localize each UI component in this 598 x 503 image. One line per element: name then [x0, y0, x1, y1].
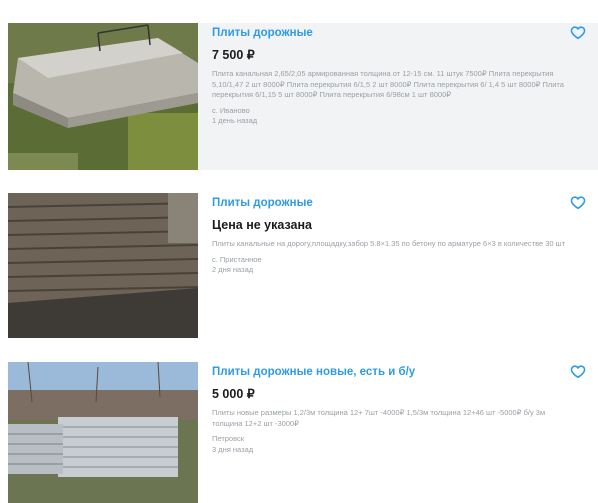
- listing-info: Плиты дорожные новые, есть и б/у 5 000 ₽…: [198, 362, 598, 503]
- listing-title[interactable]: Плиты дорожные новые, есть и б/у: [212, 365, 568, 379]
- heart-icon[interactable]: [570, 364, 586, 380]
- listing-title[interactable]: Плиты дорожные: [212, 26, 568, 40]
- listing-time: 1 день назад: [212, 116, 258, 125]
- new-slabs-photo: [8, 362, 198, 503]
- listing-price: 7 500 ₽: [212, 48, 255, 62]
- listing-price: 5 000 ₽: [212, 387, 255, 401]
- listing-price: Цена не указана: [212, 218, 312, 232]
- listing-title[interactable]: Плиты дорожные: [212, 196, 568, 210]
- listing-info: Плиты дорожные Цена не указана Плиты кан…: [198, 193, 598, 338]
- stacked-slabs-photo: [8, 193, 198, 338]
- listing-location: с. Пристанное: [212, 254, 262, 264]
- listing-photo[interactable]: [8, 23, 198, 170]
- listing-description: Плита канальная 2,65/2,05 армированная т…: [212, 69, 564, 99]
- listing-location: с. Иваново: [212, 105, 250, 115]
- heart-icon[interactable]: [570, 25, 586, 41]
- listing-time: 3 дня назад: [212, 444, 254, 454]
- listing-location: Петровск: [212, 434, 245, 443]
- listing-description: Плиты новые размеры 1,2/3м толщина 12+ 7…: [212, 408, 546, 428]
- heart-icon[interactable]: [570, 195, 586, 211]
- concrete-slab-photo: [8, 23, 198, 170]
- listing-time: 2 дня назад: [212, 265, 254, 274]
- listing-info: Плиты дорожные 7 500 ₽ Плита канальная 2…: [198, 23, 598, 170]
- listing-card[interactable]: Плиты дорожные Цена не указана Плиты кан…: [8, 193, 598, 338]
- listing-photo[interactable]: [8, 362, 198, 503]
- listing-photo[interactable]: [8, 193, 198, 338]
- listing-description: Плиты канальные на дорогу,площадку,забор…: [212, 239, 566, 248]
- listing-card[interactable]: Плиты дорожные новые, есть и б/у 5 000 ₽…: [8, 362, 598, 503]
- listing-card[interactable]: Плиты дорожные 7 500 ₽ Плита канальная 2…: [8, 23, 598, 170]
